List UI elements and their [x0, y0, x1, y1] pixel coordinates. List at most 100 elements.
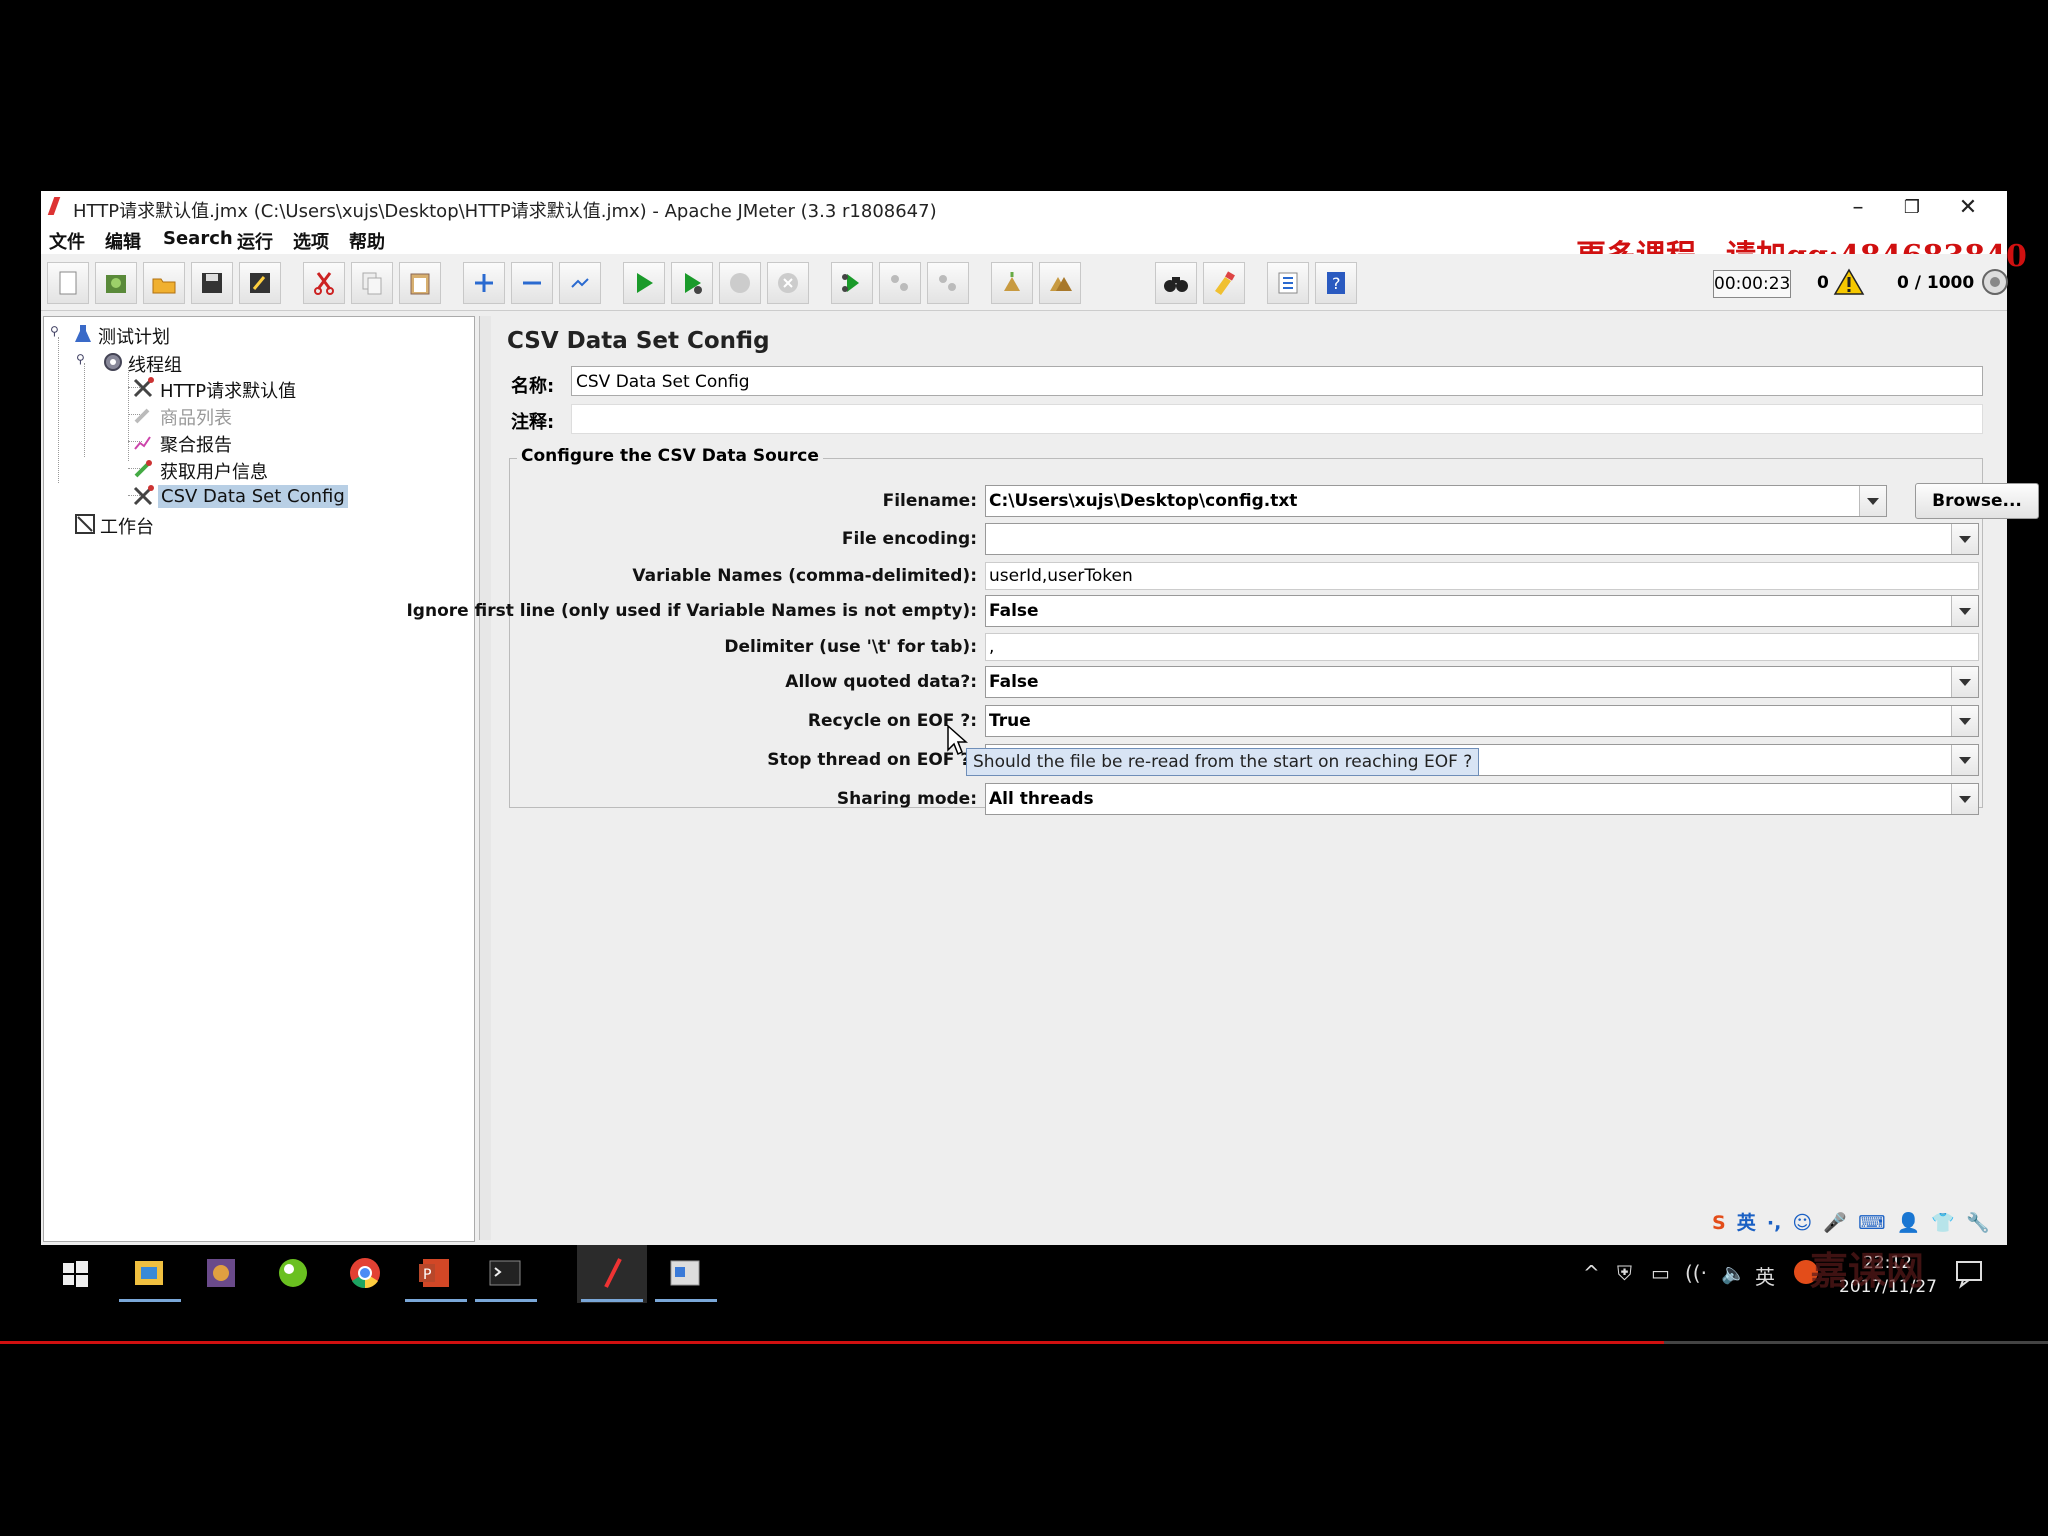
- powerpoint-icon[interactable]: P: [417, 1255, 453, 1291]
- notification-icon[interactable]: [1953, 1257, 1985, 1289]
- menu-file[interactable]: 文件: [49, 228, 85, 254]
- ime-keyboard-icon[interactable]: ⌨: [1858, 1212, 1885, 1234]
- chevron-down-icon[interactable]: [1951, 524, 1978, 554]
- chevron-down-icon[interactable]: [1951, 667, 1978, 697]
- stop-icon[interactable]: [719, 262, 761, 304]
- config-panel: CSV Data Set Config 名称: CSV Data Set Con…: [406, 316, 2039, 1240]
- start-icon[interactable]: [623, 262, 665, 304]
- ime-lang-icon[interactable]: 英: [1737, 1208, 1756, 1235]
- green-app-icon[interactable]: [275, 1255, 311, 1291]
- collapse-icon[interactable]: [511, 262, 553, 304]
- windows-start-icon[interactable]: [57, 1255, 93, 1291]
- title-bar: HTTP请求默认值.jmx (C:\Users\xujs\Desktop\HTT…: [41, 191, 2007, 224]
- cut-icon[interactable]: [303, 262, 345, 304]
- copy-icon[interactable]: [351, 262, 393, 304]
- sogou-icon[interactable]: S: [1712, 1212, 1726, 1234]
- tray-chevron-up-icon[interactable]: ^: [1583, 1261, 1600, 1285]
- templates-icon[interactable]: [95, 262, 137, 304]
- jmeter-feather-icon[interactable]: [594, 1255, 630, 1291]
- delimiter-input[interactable]: ,: [985, 633, 1979, 661]
- security-icon[interactable]: ⛨: [1617, 1261, 1632, 1285]
- panel-title: CSV Data Set Config: [507, 328, 770, 354]
- error-count: 0: [1817, 273, 1829, 293]
- name-label: 名称:: [511, 376, 555, 397]
- terminal-icon[interactable]: [487, 1255, 523, 1291]
- ignore-first-line-combo[interactable]: False: [985, 595, 1979, 627]
- ime-toolbar: S 英 ·, ☺ 🎤 ⌨ 👤 👕 🔧: [1712, 1208, 2012, 1242]
- menu-options[interactable]: 选项: [293, 228, 329, 254]
- chevron-down-icon[interactable]: [1951, 784, 1978, 814]
- warning-icon[interactable]: [1833, 268, 1865, 296]
- clear-icon[interactable]: [991, 262, 1033, 304]
- restore-button[interactable]: ❐: [1881, 191, 1943, 224]
- battery-icon[interactable]: ▭: [1651, 1261, 1670, 1285]
- recycle-on-eof-combo[interactable]: True: [985, 705, 1979, 737]
- toolbar: ? 00:00:23 0 0 / 1000: [41, 254, 2008, 311]
- expander-thread-group[interactable]: ⚲: [76, 352, 85, 366]
- sharing-mode-combo[interactable]: All threads: [985, 783, 1979, 815]
- ime-tools-icon[interactable]: 🔧: [1966, 1211, 1990, 1234]
- shutdown-icon[interactable]: [767, 262, 809, 304]
- search-icon[interactable]: [1155, 262, 1197, 304]
- save-as-icon[interactable]: [239, 262, 281, 304]
- site-watermark: 嘉课网: [1810, 1248, 1925, 1293]
- open-icon[interactable]: [143, 262, 185, 304]
- remote-shutdown-icon[interactable]: [927, 262, 969, 304]
- menu-help[interactable]: 帮助: [349, 228, 385, 254]
- filename-label: Filename:: [882, 491, 977, 511]
- save-icon[interactable]: [191, 262, 233, 304]
- fieldset-legend: Configure the CSV Data Source: [517, 446, 823, 466]
- function-helper-icon[interactable]: [1267, 262, 1309, 304]
- wifi-icon[interactable]: ((·: [1685, 1261, 1707, 1285]
- pipette-icon: [134, 460, 152, 478]
- chevron-down-icon[interactable]: [1951, 745, 1978, 775]
- comment-input[interactable]: [571, 404, 1983, 434]
- ime-user-icon[interactable]: 👤: [1897, 1211, 1921, 1234]
- ime-punct-icon[interactable]: ·,: [1767, 1212, 1781, 1234]
- ime-emoji-icon[interactable]: ☺: [1792, 1212, 1812, 1234]
- chevron-down-icon[interactable]: [1859, 486, 1886, 516]
- chevron-down-icon[interactable]: [1951, 706, 1978, 736]
- video-progress-played[interactable]: [0, 1341, 1664, 1344]
- paste-icon[interactable]: [399, 262, 441, 304]
- volume-icon[interactable]: 🔈: [1721, 1261, 1746, 1285]
- active-threads: 0 / 1000: [1897, 273, 1975, 293]
- photo-app-icon[interactable]: [203, 1255, 239, 1291]
- chrome-icon[interactable]: [347, 1255, 383, 1291]
- filename-combo[interactable]: C:\Users\xujs\Desktop\config.txt: [985, 485, 1887, 517]
- toggle-icon[interactable]: [559, 262, 601, 304]
- video-progress-remaining[interactable]: [1664, 1341, 2048, 1344]
- menu-run[interactable]: 运行: [237, 228, 273, 254]
- ime-skin-icon[interactable]: 👕: [1931, 1211, 1955, 1234]
- help-icon[interactable]: ?: [1315, 262, 1357, 304]
- menu-edit[interactable]: 编辑: [105, 228, 141, 254]
- sharing-mode-label: Sharing mode:: [836, 789, 977, 809]
- comment-label: 注释:: [511, 412, 555, 433]
- control-panel-icon[interactable]: [667, 1255, 703, 1291]
- file-encoding-combo[interactable]: [985, 523, 1979, 555]
- expand-icon[interactable]: [463, 262, 505, 304]
- chevron-down-icon[interactable]: [1951, 596, 1978, 626]
- file-encoding-label: File encoding:: [841, 529, 977, 549]
- ime-voice-icon[interactable]: 🎤: [1823, 1211, 1847, 1234]
- close-button[interactable]: ✕: [1937, 191, 1999, 224]
- reset-search-icon[interactable]: [1203, 262, 1245, 304]
- ignore-first-line-label: Ignore first line (only used if Variable…: [406, 601, 977, 621]
- clear-all-icon[interactable]: [1039, 262, 1081, 304]
- start-no-pause-icon[interactable]: [671, 262, 713, 304]
- svg-text:?: ?: [1332, 274, 1341, 293]
- remote-stop-icon[interactable]: [879, 262, 921, 304]
- expander-test-plan[interactable]: ⚲: [50, 324, 59, 338]
- minimize-button[interactable]: –: [1827, 191, 1889, 224]
- file-explorer-icon[interactable]: [131, 1255, 167, 1291]
- name-input[interactable]: CSV Data Set Config: [571, 366, 1983, 396]
- menu-search[interactable]: Search: [163, 228, 233, 249]
- allow-quoted-combo[interactable]: False: [985, 666, 1979, 698]
- ime-lang-tray[interactable]: 英: [1755, 1261, 1775, 1290]
- remote-start-icon[interactable]: [831, 262, 873, 304]
- variable-names-input[interactable]: userId,userToken: [985, 562, 1979, 590]
- browse-button[interactable]: Browse...: [1915, 483, 2039, 519]
- pipette-icon: [134, 408, 150, 424]
- wrench-icon: [133, 377, 154, 398]
- new-icon[interactable]: [47, 262, 89, 304]
